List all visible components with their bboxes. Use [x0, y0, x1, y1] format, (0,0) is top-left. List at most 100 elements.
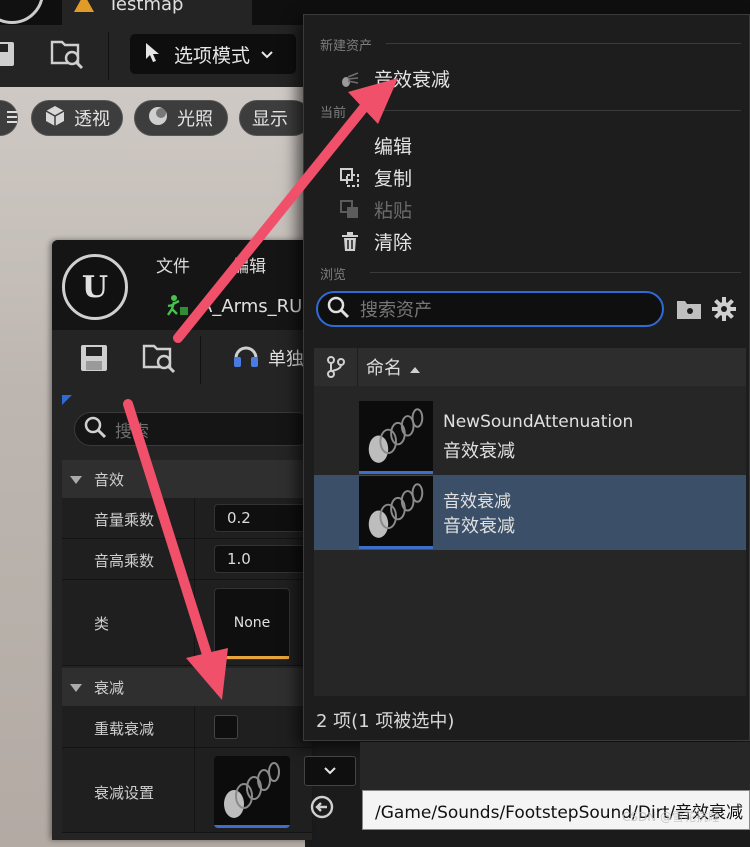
details-corner-marker: [62, 395, 72, 405]
chevron-down-icon: [260, 43, 274, 65]
hamburger-icon: [7, 108, 17, 129]
copy-icon: [340, 167, 360, 188]
asset-row-1[interactable]: 音效衰减 音效衰减: [314, 475, 746, 550]
section-sound[interactable]: 音效: [62, 460, 312, 498]
gear-icon[interactable]: [712, 297, 736, 325]
property-splitter[interactable]: [194, 580, 195, 665]
asset-type: 音效衰减: [443, 516, 515, 537]
section-attenuation-label: 衰减: [94, 678, 125, 697]
property-volume: 音量乘数 0.2: [62, 498, 324, 539]
save-icon[interactable]: [0, 40, 14, 68]
edit-item[interactable]: 编辑: [340, 132, 412, 159]
toolbar-divider: [108, 32, 109, 80]
perspective-label: 透视: [74, 109, 110, 130]
cube-icon: [44, 105, 66, 132]
search-icon: [83, 415, 107, 444]
speaker-cone-icon: [368, 408, 424, 463]
source-control-icon[interactable]: [314, 348, 358, 386]
asset-picker-menu: 新建资产 音效衰减 当前 编辑 复制 粘贴 清除 浏览 搜索资产 命名 NewS…: [303, 14, 750, 741]
cursor-icon: [144, 41, 164, 68]
speaker-cone-icon: [224, 762, 280, 818]
attenuation-settings-label: 衰减设置: [94, 784, 155, 802]
menu-file[interactable]: 文件: [156, 252, 190, 277]
details-search-input[interactable]: 搜索: [74, 412, 314, 446]
selection-mode-label: 选项模式: [174, 44, 251, 67]
thumbnail-underline: [359, 546, 433, 549]
paste-label: 粘贴: [374, 200, 413, 222]
asset-thumbnail: [359, 476, 433, 549]
new-sound-attenuation-label: 音效衰减: [374, 69, 451, 91]
menu-edit[interactable]: 编辑: [232, 252, 266, 277]
asset-search-placeholder: 搜索资产: [360, 300, 432, 321]
pitch-label: 音高乘数: [94, 552, 155, 570]
graph-area: [360, 742, 750, 790]
use-selected-icon[interactable]: [310, 795, 334, 823]
clear-label: 清除: [374, 232, 413, 254]
search-icon: [326, 295, 350, 324]
show-button[interactable]: 显示: [239, 100, 311, 136]
new-sound-attenuation-item[interactable]: 音效衰减: [340, 65, 450, 92]
edit-icon: [340, 136, 360, 156]
cue-browse-icon[interactable]: [142, 342, 176, 378]
map-tab-label: Testmap: [108, 0, 184, 15]
paste-icon: [340, 199, 360, 220]
asset-thumbnail: [359, 401, 433, 474]
override-checkbox[interactable]: [214, 715, 238, 739]
selection-mode-button[interactable]: 选项模式: [130, 34, 296, 74]
volume-label: 音量乘数: [94, 511, 155, 529]
details-search-placeholder: 搜索: [115, 421, 149, 442]
property-splitter[interactable]: [194, 539, 195, 579]
asset-type: 音效衰减: [443, 441, 515, 462]
asset-row-0[interactable]: NewSoundAttenuation 音效衰减: [314, 400, 746, 475]
sort-asc-icon: [410, 357, 420, 378]
speaker-icon: [340, 69, 360, 89]
property-splitter[interactable]: [194, 748, 195, 832]
thumbnail-underline: [214, 825, 290, 828]
folder-icon[interactable]: [676, 298, 702, 324]
attenuation-asset-thumbnail[interactable]: [214, 756, 290, 828]
asset-list: NewSoundAttenuation 音效衰减 音效衰减 音效衰减: [314, 386, 746, 696]
copy-item[interactable]: 复制: [340, 164, 412, 191]
section-divider: [370, 110, 741, 111]
collapse-arrow-icon: [70, 678, 82, 696]
property-splitter[interactable]: [194, 498, 195, 538]
current-heading: 当前: [320, 106, 347, 121]
show-label: 显示: [252, 109, 288, 130]
class-value: None: [233, 615, 271, 631]
play-solo-button[interactable]: 单独: [232, 342, 304, 374]
view-options-dropdown[interactable]: [304, 756, 356, 786]
item-count-status: 2 项(1 项被选中): [316, 711, 455, 732]
asset-name: 音效衰减: [443, 492, 511, 512]
paste-item[interactable]: 粘贴: [340, 196, 412, 223]
class-picker[interactable]: None: [214, 588, 290, 660]
copy-label: 复制: [374, 168, 413, 190]
edit-label: 编辑: [374, 136, 413, 158]
class-label: 类: [94, 615, 110, 633]
thumbnail-underline: [359, 471, 433, 474]
browse-heading: 浏览: [320, 268, 347, 283]
asset-name: NewSoundAttenuation: [443, 412, 634, 432]
property-pitch: 音高乘数 1.0: [62, 539, 324, 580]
play-solo-label: 单独: [268, 349, 304, 370]
asset-grid-header: 命名: [314, 348, 746, 386]
lighting-label: 光照: [177, 109, 213, 130]
perspective-button[interactable]: 透视: [31, 100, 123, 136]
asset-search-input[interactable]: 搜索资产: [316, 291, 664, 327]
headphones-icon: [232, 342, 260, 374]
cue-asset-tab[interactable]: A_Arms_RU: [200, 296, 302, 317]
section-sound-label: 音效: [94, 470, 125, 489]
speaker-cone-icon: [368, 483, 424, 538]
column-name-label: 命名: [366, 358, 402, 379]
clear-item[interactable]: 清除: [340, 228, 412, 255]
property-splitter[interactable]: [194, 706, 195, 747]
section-attenuation[interactable]: 衰减: [62, 668, 312, 706]
column-name-header[interactable]: 命名: [358, 354, 420, 380]
map-tab[interactable]: Testmap: [62, 0, 252, 25]
property-class: 类 None: [62, 580, 312, 666]
browse-asset-icon[interactable]: [50, 38, 84, 70]
sound-cue-asset-icon: [165, 293, 191, 323]
cue-save-icon[interactable]: [80, 344, 108, 376]
lighting-button[interactable]: 光照: [134, 100, 228, 136]
section-divider: [386, 43, 741, 44]
class-underline: [215, 656, 289, 659]
